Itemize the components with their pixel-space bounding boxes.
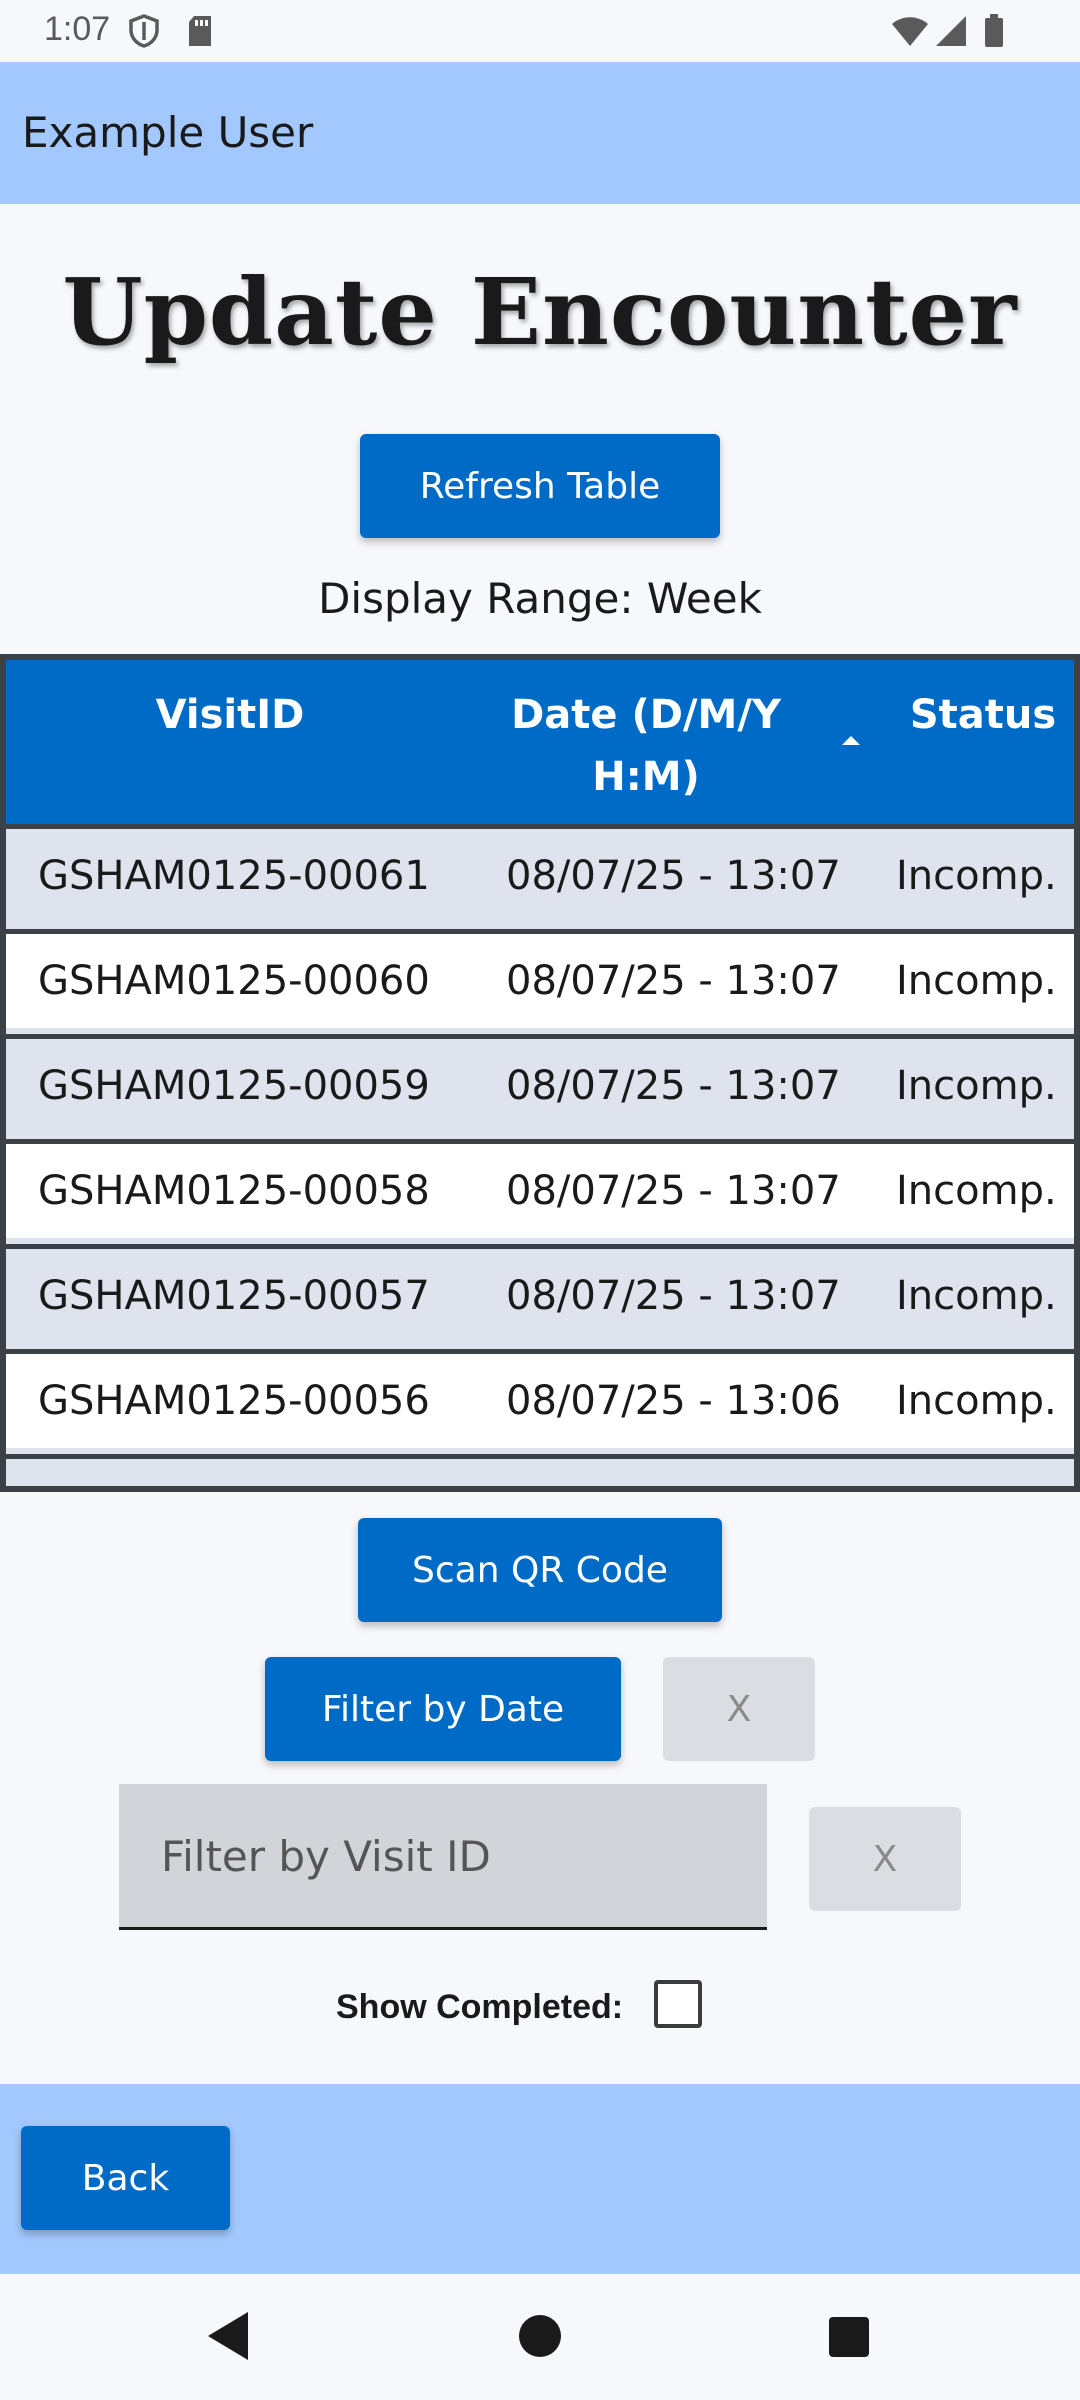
status-bar: 1:07 (0, 0, 1080, 62)
table-header: VisitID Date (D/M/Y H:M) Status (6, 660, 1074, 824)
column-header-date-line2: H:M) (592, 754, 700, 800)
table-row[interactable]: GSHAM0125-00061 08/07/25 - 13:07 Incomp. (6, 824, 1074, 923)
cell-visit-id: GSHAM0125-00058 (38, 1168, 430, 1214)
cell-visit-id: GSHAM0125-00056 (38, 1378, 430, 1424)
display-range-label: Display Range: Week (318, 574, 762, 623)
battery-icon (984, 14, 1004, 52)
clear-visit-id-filter-button[interactable]: X (809, 1807, 961, 1911)
cell-date: 08/07/25 - 13:07 (506, 1273, 841, 1319)
clear-date-filter-button[interactable]: X (663, 1657, 815, 1761)
cell-status: Incomp. (896, 1168, 1057, 1214)
scan-qr-code-button[interactable]: Scan QR Code (358, 1518, 722, 1622)
shield-icon (128, 14, 160, 52)
home-nav-icon[interactable] (518, 2314, 562, 2362)
refresh-table-button[interactable]: Refresh Table (360, 434, 720, 538)
system-navigation-bar (0, 2274, 1080, 2400)
cell-visit-id: GSHAM0125-00059 (38, 1063, 430, 1109)
back-button[interactable]: Back (21, 2126, 230, 2230)
table-row[interactable]: GSHAM0125-00059 08/07/25 - 13:07 Incomp. (6, 1034, 1074, 1133)
cell-date: 08/07/25 - 13:07 (506, 958, 841, 1004)
signal-icon (934, 14, 968, 52)
sd-card-icon (186, 14, 214, 52)
back-nav-icon[interactable] (204, 2310, 250, 2366)
cell-date: 08/07/25 - 13:07 (506, 1168, 841, 1214)
column-header-status-label: Status (909, 692, 1057, 738)
status-time: 1:07 (44, 10, 111, 48)
column-header-visitid-label: VisitID (155, 692, 305, 738)
table-row[interactable]: GSHAM0125-00057 08/07/25 - 13:07 Incomp. (6, 1244, 1074, 1343)
recents-nav-icon[interactable] (828, 2316, 870, 2362)
cell-visit-id: GSHAM0125-00060 (38, 958, 430, 1004)
column-header-date[interactable]: Date (D/M/Y H:M) (466, 684, 826, 808)
encounters-table[interactable]: VisitID Date (D/M/Y H:M) Status GSHAM012… (0, 654, 1080, 1492)
cell-visit-id: GSHAM0125-00057 (38, 1273, 430, 1319)
column-header-visitid[interactable]: VisitID (6, 684, 454, 746)
sort-ascending-icon (842, 736, 860, 745)
visit-id-filter-placeholder: Filter by Visit ID (161, 1832, 491, 1881)
user-name: Example User (22, 108, 314, 157)
cell-status: Incomp. (896, 1378, 1057, 1424)
column-header-date-line1: Date (D/M/Y (511, 692, 781, 738)
cell-status: Incomp. (896, 853, 1057, 899)
table-row-partial[interactable] (6, 1454, 1074, 1486)
cell-status: Incomp. (896, 1063, 1057, 1109)
show-completed-label: Show Completed: (336, 1988, 624, 2026)
visit-id-filter-input[interactable]: Filter by Visit ID (119, 1784, 767, 1930)
cell-visit-id: GSHAM0125-00061 (38, 853, 430, 899)
cell-date: 08/07/25 - 13:07 (506, 1063, 841, 1109)
filter-by-date-button[interactable]: Filter by Date (265, 1657, 621, 1761)
show-completed-checkbox[interactable] (654, 1980, 702, 2028)
cell-status: Incomp. (896, 958, 1057, 1004)
table-row[interactable]: GSHAM0125-00056 08/07/25 - 13:06 Incomp. (6, 1349, 1074, 1448)
column-header-status[interactable]: Status (898, 684, 1068, 746)
table-row[interactable]: GSHAM0125-00058 08/07/25 - 13:07 Incomp. (6, 1139, 1074, 1238)
footer-bar: Back (0, 2084, 1080, 2274)
table-row[interactable]: GSHAM0125-00060 08/07/25 - 13:07 Incomp. (6, 929, 1074, 1028)
wifi-icon (890, 14, 930, 52)
cell-status: Incomp. (896, 1273, 1057, 1319)
page-title: Update Encounter (62, 258, 1018, 366)
app-header: Example User (0, 62, 1080, 204)
cell-date: 08/07/25 - 13:07 (506, 853, 841, 899)
cell-date: 08/07/25 - 13:06 (506, 1378, 841, 1424)
